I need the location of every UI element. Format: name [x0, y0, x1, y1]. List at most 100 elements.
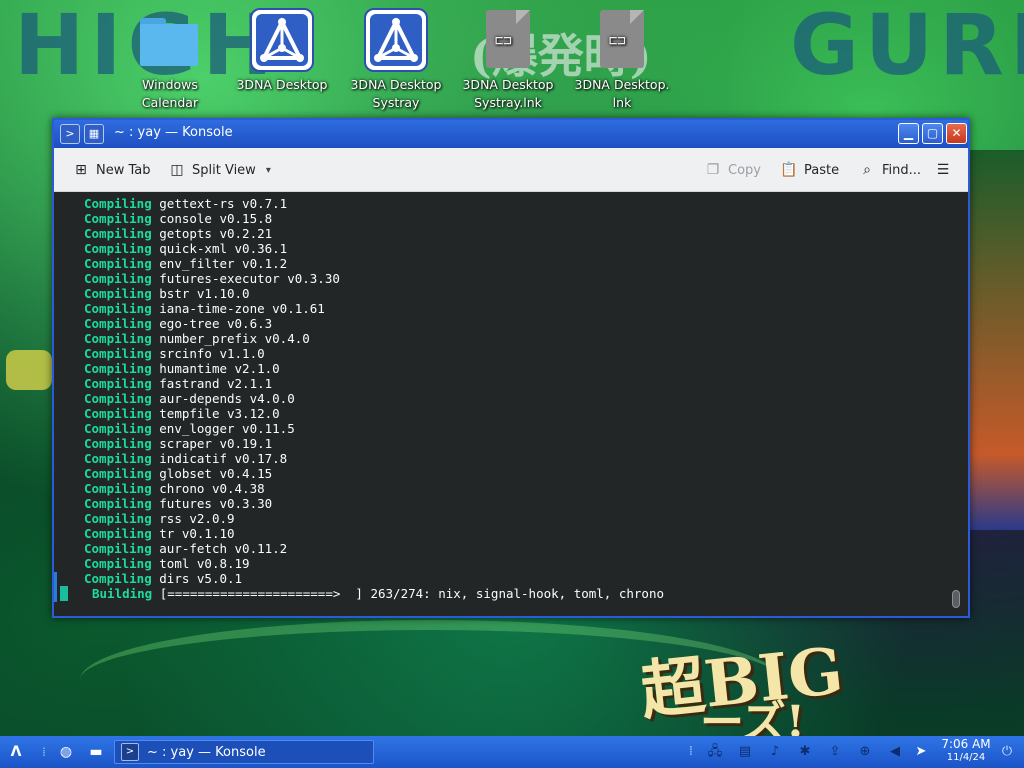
- paste-button[interactable]: 📋 Paste: [780, 159, 839, 181]
- terminal-cursor: [60, 586, 68, 601]
- terminal-app-icon[interactable]: >: [60, 124, 80, 144]
- terminal-line: Compiling env_filter v0.1.2: [84, 256, 340, 271]
- line-keyword: Compiling: [84, 286, 152, 301]
- close-button[interactable]: ✕: [946, 123, 967, 144]
- line-keyword: Compiling: [84, 511, 152, 526]
- line-keyword: Compiling: [84, 271, 152, 286]
- konsole-window[interactable]: > ▦ ~ : yay — Konsole ▁ ▢ ✕ ⊞ New Tab ◫ …: [52, 118, 970, 618]
- terminal-line: Compiling humantime v2.1.0: [84, 361, 340, 376]
- new-tab-button[interactable]: ⊞ New Tab: [72, 159, 150, 181]
- taskbar-item-konsole[interactable]: > ~ : yay — Konsole: [114, 740, 374, 764]
- bluetooth-icon[interactable]: ✱: [796, 743, 814, 761]
- find-button[interactable]: ⌕ Find...: [858, 159, 921, 181]
- mouse-pointer-icon: ➤: [915, 744, 927, 759]
- clock-date: 11/4/24: [946, 752, 986, 763]
- line-text: humantime v2.1.0: [159, 361, 280, 376]
- line-keyword: Compiling: [84, 496, 152, 511]
- power-icon[interactable]: ⏻: [998, 743, 1016, 761]
- usb-icon[interactable]: ⇪: [826, 743, 844, 761]
- split-view-label: Split View: [192, 162, 256, 178]
- taskbar-separator-icon: ⁞: [42, 745, 46, 759]
- line-text: number_prefix v0.4.0: [159, 331, 310, 346]
- copy-button[interactable]: ❐ Copy: [704, 159, 761, 181]
- line-text: tr v0.1.10: [159, 526, 235, 541]
- hamburger-menu-button[interactable]: ☰: [934, 159, 952, 181]
- desktop-icon-label: 3DNA Desktop Systray: [350, 77, 442, 110]
- terminal-app-icon: >: [121, 743, 139, 761]
- desktop-icon-3dna-desktop-systray[interactable]: 3DNA Desktop Systray: [340, 8, 452, 112]
- line-text: globset v0.4.15: [159, 466, 273, 481]
- line-keyword: Compiling: [84, 421, 152, 436]
- line-text: aur-fetch v0.11.2: [159, 541, 288, 556]
- status-keyword: Building: [92, 586, 153, 601]
- terminal-line: Compiling futures v0.3.30: [84, 496, 340, 511]
- window-titlebar[interactable]: > ▦ ~ : yay — Konsole ▁ ▢ ✕: [54, 120, 968, 148]
- line-keyword: Compiling: [84, 451, 152, 466]
- line-text: srcinfo v1.1.0: [159, 346, 265, 361]
- desktop-icon-label: 3DNA Desktop Systray.lnk: [462, 77, 554, 110]
- browser-icon[interactable]: ◍: [56, 742, 76, 762]
- taskbar-item-label: ~ : yay — Konsole: [147, 744, 266, 760]
- app-menu-grid-icon[interactable]: ▦: [84, 124, 104, 144]
- shortcut-file-icon: ⊏⊐: [590, 8, 654, 72]
- network-icon[interactable]: 🖧: [706, 743, 724, 761]
- terminal-line: Compiling number_prefix v0.4.0: [84, 331, 340, 346]
- system-clock[interactable]: 7:06 AM 11/4/24: [938, 738, 994, 764]
- line-keyword: Compiling: [84, 541, 152, 556]
- copy-label: Copy: [728, 162, 761, 178]
- line-text: quick-xml v0.36.1: [159, 241, 288, 256]
- file-manager-icon[interactable]: ▬: [86, 742, 106, 762]
- line-text: iana-time-zone v0.1.61: [159, 301, 325, 316]
- terminal-output: Compiling gettext-rs v0.7.1 Compiling con…: [84, 196, 340, 586]
- desktop-icon-3dna-systray-lnk[interactable]: ⊏⊐ 3DNA Desktop Systray.lnk: [452, 8, 564, 112]
- terminal-line: Compiling quick-xml v0.36.1: [84, 241, 340, 256]
- wallpaper-title-right: GURE: [790, 0, 1024, 94]
- line-keyword: Compiling: [84, 571, 152, 586]
- taskbar-separator-icon: ⁞: [688, 744, 694, 759]
- audio-muted-icon[interactable]: ♪: [766, 743, 784, 761]
- find-label: Find...: [882, 162, 922, 178]
- terminal-line: Compiling srcinfo v1.1.0: [84, 346, 340, 361]
- line-keyword: Compiling: [84, 241, 152, 256]
- scrollbar-handle[interactable]: [952, 590, 960, 608]
- updates-icon[interactable]: ⊕: [856, 743, 874, 761]
- line-text: env_logger v0.11.5: [159, 421, 295, 436]
- line-keyword: Compiling: [84, 346, 152, 361]
- terminal-line: Compiling indicatif v0.17.8: [84, 451, 340, 466]
- line-keyword: Compiling: [84, 211, 152, 226]
- line-text: rss v2.0.9: [159, 511, 235, 526]
- line-text: tempfile v3.12.0: [159, 406, 280, 421]
- terminal-line: Compiling dirs v5.0.1: [84, 571, 340, 586]
- maximize-button[interactable]: ▢: [922, 123, 943, 144]
- volume-icon[interactable]: ◀: [886, 743, 904, 761]
- minimize-button[interactable]: ▁: [898, 123, 919, 144]
- desktop-icon-windows-calendar[interactable]: Windows Calendar: [114, 8, 226, 112]
- terminal-line: Compiling ego-tree v0.6.3: [84, 316, 340, 331]
- line-keyword: Compiling: [84, 301, 152, 316]
- wallpaper-decoration: [6, 350, 52, 390]
- line-text: aur-depends v4.0.0: [159, 391, 295, 406]
- line-keyword: Compiling: [84, 436, 152, 451]
- desktop-icon-3dna-desktop-lnk[interactable]: ⊏⊐ 3DNA Desktop. lnk: [566, 8, 678, 112]
- split-view-icon: ◫: [170, 162, 184, 178]
- terminal-line: Compiling toml v0.8.19: [84, 556, 340, 571]
- desktop-icon-label: 3DNA Desktop. lnk: [574, 77, 670, 110]
- split-view-button[interactable]: ◫ Split View ▾: [168, 159, 270, 181]
- line-text: env_filter v0.1.2: [159, 256, 288, 271]
- desktop-icon-3dna-desktop[interactable]: 3DNA Desktop: [226, 8, 338, 94]
- terminal-line: Compiling chrono v0.4.38: [84, 481, 340, 496]
- terminal-line: Compiling bstr v1.10.0: [84, 286, 340, 301]
- clipboard-icon[interactable]: ▤: [736, 743, 754, 761]
- building-crates: nix, signal-hook, toml, chrono: [438, 586, 665, 601]
- paste-label: Paste: [804, 162, 840, 178]
- clock-time: 7:06 AM: [941, 737, 991, 751]
- line-keyword: Compiling: [84, 226, 152, 241]
- line-keyword: Compiling: [84, 331, 152, 346]
- terminal-marker: [54, 572, 57, 602]
- terminal-line: Compiling getopts v0.2.21: [84, 226, 340, 241]
- terminal-view[interactable]: Compiling gettext-rs v0.7.1 Compiling con…: [54, 192, 968, 616]
- shortcut-file-icon: ⊏⊐: [476, 8, 540, 72]
- start-menu-button[interactable]: Λ: [6, 742, 26, 762]
- line-keyword: Compiling: [84, 481, 152, 496]
- terminal-line: Compiling rss v2.0.9: [84, 511, 340, 526]
